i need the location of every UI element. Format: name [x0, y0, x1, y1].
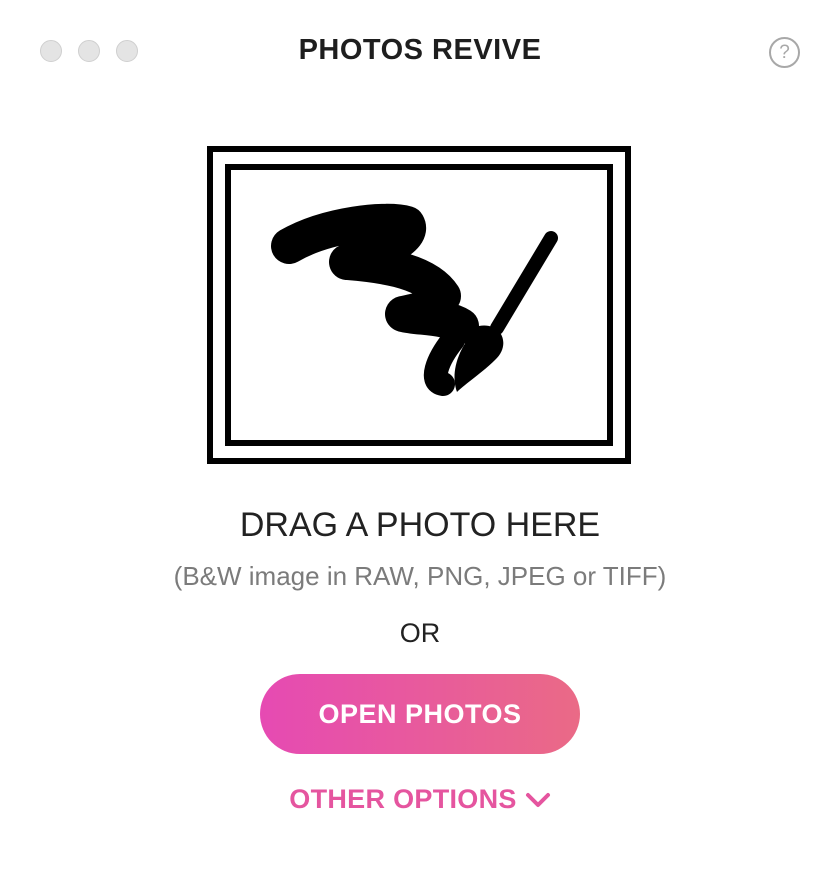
drop-heading: DRAG A PHOTO HERE — [239, 506, 601, 544]
open-photos-button[interactable]: OPEN PHOTOS — [260, 674, 580, 754]
other-options-label: OTHER OPTIONS — [289, 784, 517, 814]
app-title: PHOTOS REVIVE — [298, 34, 542, 66]
framed-brush-stroke-icon — [207, 146, 631, 464]
or-separator: OR — [399, 618, 441, 648]
photo-drop-zone[interactable] — [207, 146, 631, 464]
app-window: PHOTOS REVIVE ? DRAG A PHOTO HERE (B&W i… — [0, 0, 840, 872]
help-button[interactable]: ? — [769, 37, 800, 68]
other-options-toggle[interactable]: OTHER OPTIONS — [0, 784, 840, 815]
chevron-down-icon — [525, 792, 551, 808]
supported-formats: (B&W image in RAW, PNG, JPEG or TIFF) — [173, 561, 667, 591]
